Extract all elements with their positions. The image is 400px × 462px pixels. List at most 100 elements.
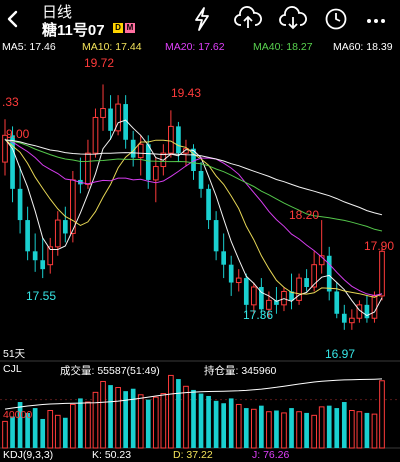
price-label-low-1: 17.55 [26,289,57,303]
volume-bar [160,393,167,449]
candle-body [40,260,46,270]
volume-bar [266,411,272,449]
volume-bar [100,380,106,449]
candle-body [152,166,159,181]
kdj-j-value: J: 76.26 [252,449,290,461]
volume-bar [130,388,136,448]
price-label-high-3: 18.20 [289,208,320,222]
candle-body [54,219,61,248]
badge-m: M [125,23,135,33]
volume-bar [371,413,378,449]
candle-body [243,278,249,305]
candle-body [235,277,242,284]
candle-body [371,295,378,319]
volume-bar [40,418,46,448]
candle-body [100,108,106,118]
candle-body [250,286,257,306]
candle-body [213,220,219,252]
back-arrow-icon[interactable] [6,10,20,33]
price-label-high-2: 19.43 [171,86,202,100]
volume-bar [243,408,249,448]
volume-bar [364,412,370,448]
ma40-label: MA40: 18.27 [253,41,313,53]
volume-value-label: 成交量: 55587(51:49) [60,365,160,377]
candle-body [326,255,332,292]
volume-bar [85,401,91,449]
volume-bar [349,410,355,449]
volume-bar [152,396,159,449]
clock-icon[interactable] [323,6,349,37]
candle-body [32,251,38,261]
volume-bar [47,410,54,449]
volume-bar [296,411,302,449]
price-label-left-1: .33 [2,95,19,109]
candle-body [92,116,99,154]
kdj-label[interactable]: KDJ(9,3,3) [3,449,53,461]
volume-bar [356,411,363,449]
price-label-high-1: 19.72 [84,56,115,70]
flash-icon[interactable] [191,6,213,37]
kdj-k-value: K: 50.23 [92,449,132,461]
period-label: 51天 [3,348,26,360]
volume-bar [250,408,257,449]
cloud-download-icon[interactable] [279,6,307,37]
volume-bar [289,408,294,448]
volume-bar [259,405,264,448]
volume-bar [198,393,204,448]
candle-body [349,317,355,324]
candle-body [62,220,68,234]
volume-bar [70,403,76,449]
header-bar: 日线 糖11号07 D M [0,0,400,40]
candle-body [198,171,204,189]
candle-body [304,278,309,287]
more-icon[interactable] [365,6,387,37]
volume-bar [304,412,309,448]
ma10-label: MA10: 17.44 [82,41,142,53]
price-label-left-2: 9.00 [6,127,30,141]
candle-body [176,126,181,154]
volume-axis-label: 40000 [3,409,33,421]
ma20-label: MA20: 17.62 [165,41,225,53]
volume-bar [379,380,385,449]
candle-body [364,304,370,319]
volume-bar [191,389,196,448]
volume-bar [281,412,287,449]
kdj-d-value: D: 37.22 [173,449,213,461]
volume-bar [228,398,234,448]
volume-bar [10,416,15,448]
volume-bar [54,414,61,449]
candle-body [206,188,211,221]
candle-body [85,152,91,185]
badge-d: D [113,23,123,33]
volume-bar [92,391,99,449]
volume-bar [183,385,189,449]
volume-bar [341,402,347,448]
candle-body [108,108,113,131]
candle-body [221,251,226,265]
volume-bar [145,399,151,448]
volume-bar [206,395,211,448]
candle-body [228,264,234,283]
volume-bar [78,398,83,448]
candle-body [145,144,151,180]
volume-indicator-label[interactable]: CJL [3,363,22,375]
volume-bar [32,408,38,448]
volume-bar [168,374,174,449]
volume-bar [115,387,121,449]
volume-bar [176,379,181,448]
volume-bar [108,385,113,448]
volume-bar [62,417,68,448]
candle-body [17,188,23,221]
volume-bar [318,406,325,449]
price-label-low-2: 17.36 [243,308,274,322]
volume-bar [137,394,144,449]
volume-bar [274,410,279,448]
volume-bar [235,403,242,449]
contract-name[interactable]: 糖11号07 [42,19,105,40]
contract-badges: D M [113,23,135,33]
candle-body [341,313,347,323]
cloud-upload-icon[interactable] [234,6,262,37]
price-label-low-3: 16.97 [325,347,356,361]
candlestick-chart[interactable] [0,55,400,462]
candle-body [379,250,385,297]
